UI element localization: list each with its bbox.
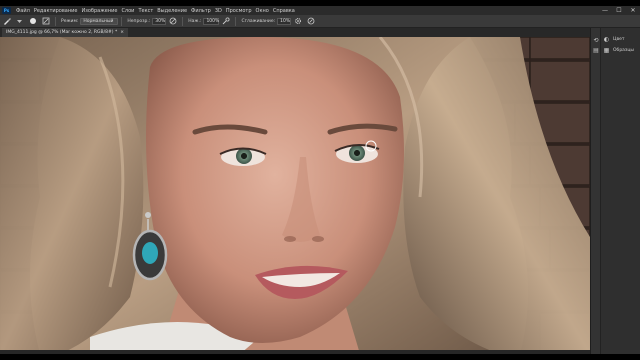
document-tab[interactable]: IMG_4111.jpg @ 66,7% (Mar кожно 2, RGB/8… [2, 28, 128, 37]
panel-swatches[interactable]: ▦ Образцы [603, 46, 634, 55]
swatches-icon: ▦ [603, 47, 610, 54]
opacity-input[interactable]: 30% [152, 17, 167, 25]
separator [235, 16, 237, 26]
image-canvas[interactable] [0, 37, 590, 354]
pressure-label: Наж.: [188, 18, 202, 24]
letterbox-bottom [0, 354, 640, 360]
mode-label: Режим: [61, 18, 79, 24]
panel-swatches-label: Образцы [613, 48, 634, 53]
separator [182, 16, 184, 26]
menu-bar: Ps Файл Редактирование Изображение Слои … [0, 6, 640, 15]
document-tab-bar: IMG_4111.jpg @ 66,7% (Mar кожно 2, RGB/8… [0, 28, 590, 37]
options-bar: Режим: Нормальный Непрозр.: 30% Наж.: 10… [0, 15, 640, 28]
gear-icon[interactable] [293, 17, 302, 26]
pressure-input[interactable]: 100% [203, 17, 220, 25]
portrait-photo [0, 37, 590, 354]
close-icon[interactable]: ✕ [626, 6, 640, 15]
menu-file[interactable]: Файл [14, 8, 32, 14]
menu-edit[interactable]: Редактирование [32, 8, 80, 14]
window-controls: — ☐ ✕ [598, 6, 640, 15]
smoothing-input[interactable]: 10% [277, 17, 292, 25]
menu-type[interactable]: Текст [136, 8, 155, 14]
airbrush-icon[interactable] [221, 17, 230, 26]
panel-color-label: Цвет [613, 37, 625, 42]
menu-image[interactable]: Изображение [79, 8, 119, 14]
menu-3d[interactable]: 3D [213, 8, 224, 14]
photoshop-logo-icon: Ps [2, 7, 11, 14]
menu-window[interactable]: Окно [254, 8, 271, 14]
chevron-down-icon[interactable] [15, 17, 24, 26]
minimize-icon[interactable]: — [598, 6, 612, 15]
properties-icon[interactable]: ▤ [592, 46, 600, 54]
left-eye [236, 148, 252, 164]
document-tab-title: IMG_4111.jpg @ 66,7% (Mar кожно 2, RGB/8… [6, 30, 118, 35]
brush-tool-icon[interactable] [2, 17, 11, 26]
menu-help[interactable]: Справка [271, 8, 297, 14]
right-eye [349, 145, 365, 161]
right-panel-dock: ⟲ ▤ ◐ Цвет ▦ Образцы [590, 28, 640, 354]
separator [121, 16, 123, 26]
tab-close-icon[interactable]: × [120, 30, 124, 35]
dock-strip: ⟲ ▤ [591, 28, 601, 354]
menu-layers[interactable]: Слои [119, 8, 136, 14]
menu-select[interactable]: Выделение [155, 8, 189, 14]
brush-panel-icon[interactable] [41, 17, 50, 26]
pressure-opacity-icon[interactable] [168, 17, 177, 26]
pressure-size-icon[interactable] [306, 17, 315, 26]
separator [55, 16, 56, 26]
panel-color[interactable]: ◐ Цвет [603, 35, 625, 44]
menu-filter[interactable]: Фильтр [189, 8, 213, 14]
maximize-icon[interactable]: ☐ [612, 6, 626, 15]
history-icon[interactable]: ⟲ [592, 36, 600, 44]
smoothing-label: Сглаживание: [241, 18, 276, 24]
brush-size-icon[interactable] [28, 17, 37, 26]
menu-view[interactable]: Просмотр [224, 8, 254, 14]
opacity-label: Непрозр.: [127, 18, 151, 24]
color-icon: ◐ [603, 36, 610, 43]
mode-select[interactable]: Нормальный [80, 17, 119, 25]
